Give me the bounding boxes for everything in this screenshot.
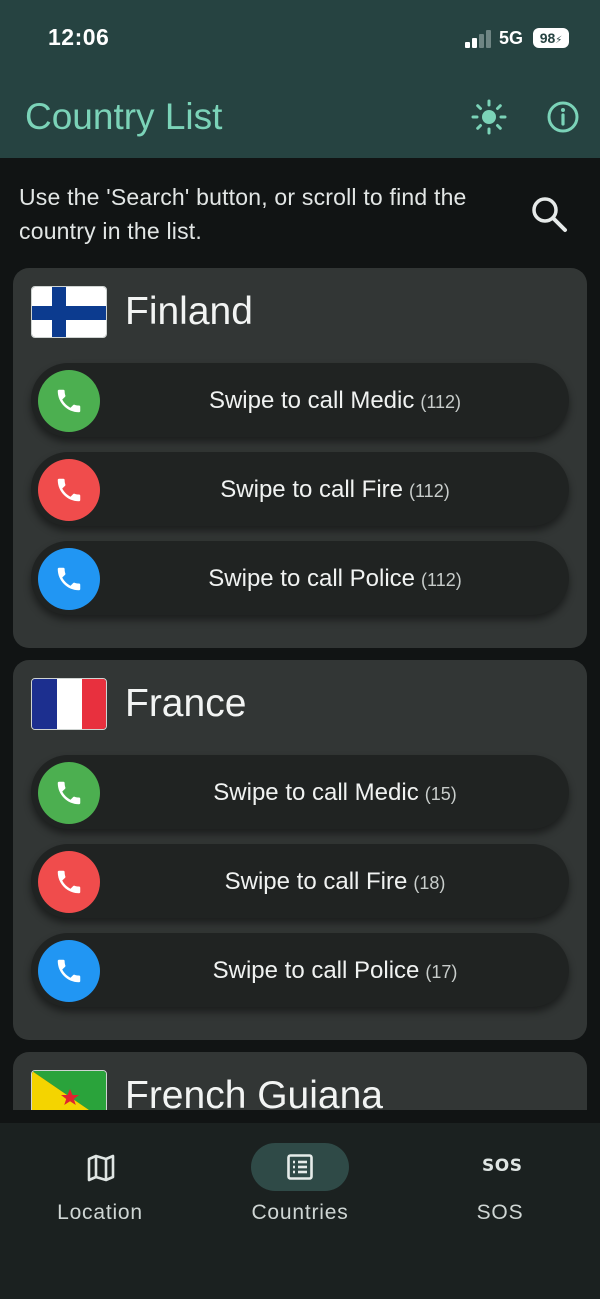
swipe-call-fire[interactable]: Swipe to call Fire (18) xyxy=(31,844,569,918)
sos-icon[interactable]: SOS xyxy=(451,1143,549,1191)
swipe-label: Swipe to call Medic xyxy=(213,779,419,806)
status-time: 12:06 xyxy=(48,24,110,50)
sos-icon-text: SOS xyxy=(482,1156,523,1176)
emergency-number: (112) xyxy=(421,570,462,590)
country-card-finland: Finland Swipe to call Medic (112) Swipe t… xyxy=(13,268,587,648)
swipe-label: Swipe to call Police xyxy=(212,957,420,984)
nav-tab-countries[interactable]: Countries xyxy=(200,1143,400,1243)
network-label: 5G xyxy=(499,28,524,48)
phone-icon[interactable] xyxy=(38,851,100,913)
status-bar: 12:06 5G 98⚡ xyxy=(0,0,600,78)
search-icon[interactable] xyxy=(528,193,570,235)
emergency-number: (17) xyxy=(425,962,458,982)
country-card-french-guiana: French Guiana xyxy=(13,1052,587,1110)
nav-label: Location xyxy=(57,1201,143,1224)
map-icon[interactable] xyxy=(51,1143,149,1191)
info-icon[interactable] xyxy=(544,98,582,136)
app-header: 12:06 5G 98⚡ Country List xyxy=(0,0,600,158)
phone-icon[interactable] xyxy=(38,548,100,610)
nav-tab-location[interactable]: Location xyxy=(0,1143,200,1243)
emergency-number: (112) xyxy=(420,392,462,412)
swipe-call-medic[interactable]: Swipe to call Medic (15) xyxy=(31,755,569,829)
battery-level: 98 xyxy=(539,30,556,46)
sun-icon[interactable] xyxy=(470,98,508,136)
emergency-number: (15) xyxy=(424,784,457,804)
signal-icon xyxy=(465,30,493,48)
swipe-label: Swipe to call Fire xyxy=(220,476,404,503)
france-flag-icon xyxy=(31,678,107,730)
country-name: France xyxy=(125,682,247,725)
phone-icon[interactable] xyxy=(38,370,100,432)
nav-tab-sos[interactable]: SOS SOS xyxy=(400,1143,600,1243)
phone-icon[interactable] xyxy=(38,762,100,824)
battery-icon: 98⚡ xyxy=(533,28,569,48)
swipe-label: Swipe to call Fire xyxy=(224,868,408,895)
nav-label: SOS xyxy=(476,1201,524,1224)
swipe-call-medic[interactable]: Swipe to call Medic (112) xyxy=(31,363,569,437)
swipe-label: Swipe to call Medic xyxy=(208,387,415,414)
finland-flag-icon xyxy=(31,286,107,338)
country-card-france: France Swipe to call Medic (15) Swipe to … xyxy=(13,660,587,1040)
phone-icon[interactable] xyxy=(38,940,100,1002)
nav-label: Countries xyxy=(251,1201,349,1224)
emergency-number: (18) xyxy=(413,873,446,893)
swipe-call-police[interactable]: Swipe to call Police (17) xyxy=(31,933,569,1007)
emergency-number: (112) xyxy=(409,481,450,501)
swipe-call-police[interactable]: Swipe to call Police (112) xyxy=(31,541,569,615)
search-hint: Use the 'Search' button, or scroll to fi… xyxy=(19,184,467,244)
page-title: Country List xyxy=(25,96,223,137)
swipe-label: Swipe to call Police xyxy=(208,565,416,592)
phone-icon[interactable] xyxy=(38,459,100,521)
country-name: French Guiana xyxy=(125,1074,383,1110)
list-icon[interactable] xyxy=(251,1143,349,1191)
french-guiana-flag-icon xyxy=(31,1070,107,1110)
country-name: Finland xyxy=(125,290,253,333)
bottom-navigation: Location Countries SOS SOS xyxy=(0,1123,600,1299)
country-list[interactable]: Finland Swipe to call Medic (112) Swipe t… xyxy=(0,260,600,1110)
swipe-call-fire[interactable]: Swipe to call Fire (112) xyxy=(31,452,569,526)
